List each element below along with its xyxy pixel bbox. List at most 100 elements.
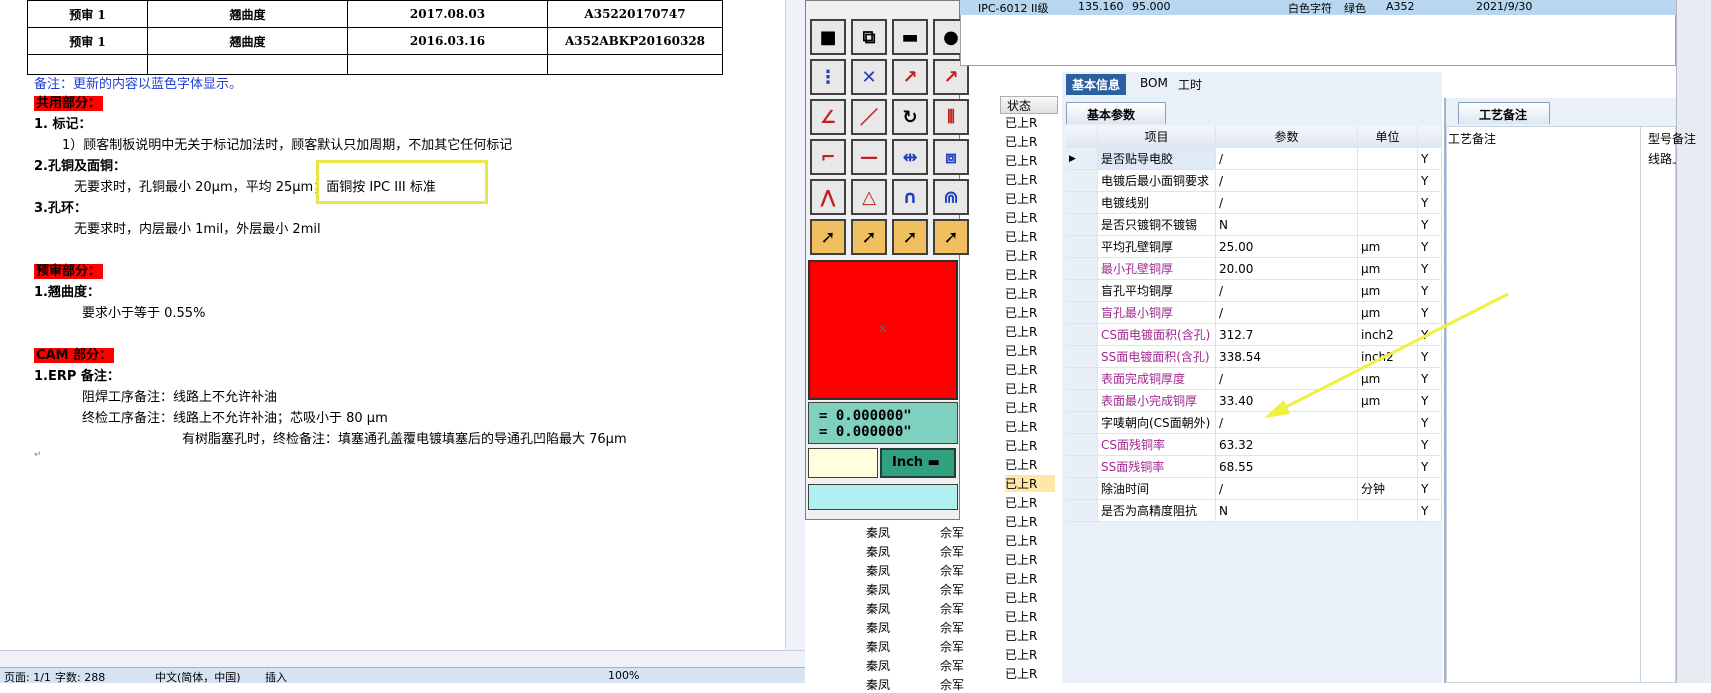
param-unit-cell[interactable] <box>1358 170 1418 192</box>
param-value-cell[interactable]: / <box>1216 148 1358 170</box>
param-item-cell[interactable]: 平均孔壁铜厚 <box>1098 236 1216 258</box>
param-flag-cell[interactable]: Y <box>1418 214 1442 236</box>
state-cell[interactable]: 已上R <box>1005 247 1055 264</box>
param-row[interactable]: 盲孔平均铜厚 / μm Y <box>1066 280 1442 302</box>
param-item-cell[interactable]: 是否贴导电胶 <box>1098 148 1216 170</box>
param-value-cell[interactable]: / <box>1216 478 1358 500</box>
row-indicator[interactable] <box>1066 258 1098 280</box>
param-flag-cell[interactable]: Y <box>1418 170 1442 192</box>
corner-tool-icon[interactable]: ⌐ <box>810 139 846 175</box>
right-scrollbar[interactable] <box>1676 0 1711 683</box>
state-cell[interactable]: 已上R <box>1005 551 1055 568</box>
param-value-cell[interactable]: / <box>1216 280 1358 302</box>
value-input[interactable] <box>808 448 878 478</box>
param-flag-cell[interactable]: Y <box>1418 500 1442 522</box>
param-unit-cell[interactable]: μm <box>1358 258 1418 280</box>
param-value-cell[interactable]: 312.7 <box>1216 324 1358 346</box>
mirror-tool-icon[interactable]: ⫴ <box>933 99 969 135</box>
param-row[interactable]: 字唛朝向(CS面朝外) / Y <box>1066 412 1442 434</box>
param-row[interactable]: ▶ 是否贴导电胶 / Y <box>1066 148 1442 170</box>
param-value-cell[interactable]: N <box>1216 214 1358 236</box>
rotate-tool-icon[interactable]: ↻ <box>892 99 928 135</box>
param-row[interactable]: 是否只镀铜不镀锡 N Y <box>1066 214 1442 236</box>
state-cell[interactable]: 已上R <box>1005 665 1055 682</box>
param-unit-cell[interactable]: inch2 <box>1358 324 1418 346</box>
param-item-cell[interactable]: 是否为高精度阻抗 <box>1098 500 1216 522</box>
param-row[interactable]: CS面电镀面积(含孔) 312.7 inch2 Y <box>1066 324 1442 346</box>
col-flag-header[interactable] <box>1418 126 1442 148</box>
state-cell[interactable]: 已上R <box>1005 228 1055 245</box>
name-cell[interactable]: 佘军 <box>940 600 964 617</box>
copy-tool-icon[interactable]: ⧉ <box>851 19 887 55</box>
param-item-cell[interactable]: 表面最小完成铜厚 <box>1098 390 1216 412</box>
state-cell[interactable]: 已上R <box>1005 399 1055 416</box>
row-indicator[interactable] <box>1066 478 1098 500</box>
name-cell[interactable]: 秦凤 <box>866 619 890 636</box>
param-unit-cell[interactable]: μm <box>1358 368 1418 390</box>
param-unit-cell[interactable] <box>1358 412 1418 434</box>
status-zoom[interactable]: 100% <box>608 669 639 682</box>
name-cell[interactable]: 佘军 <box>940 638 964 655</box>
name-cell[interactable]: 秦凤 <box>866 543 890 560</box>
param-row[interactable]: SS面电镀面积(含孔) 338.54 inch2 Y <box>1066 346 1442 368</box>
unit-dropdown[interactable]: Inch ▬ <box>880 448 956 478</box>
param-item-cell[interactable]: CS面残铜率 <box>1098 434 1216 456</box>
state-cell[interactable]: 已上R <box>1005 494 1055 511</box>
state-cell[interactable]: 已上R <box>1005 285 1055 302</box>
doc-horizontal-scrollbar[interactable] <box>0 650 805 667</box>
state-cell[interactable]: 已上R <box>1005 361 1055 378</box>
tab-basic-info[interactable]: 基本信息 <box>1066 74 1127 95</box>
param-value-cell[interactable]: 68.55 <box>1216 456 1358 478</box>
name-cell[interactable]: 秦凤 <box>866 562 890 579</box>
row-indicator[interactable] <box>1066 434 1098 456</box>
state-cell[interactable]: 已上R <box>1005 152 1055 169</box>
row-indicator[interactable] <box>1066 236 1098 258</box>
param-flag-cell[interactable]: Y <box>1418 302 1442 324</box>
param-unit-cell[interactable] <box>1358 148 1418 170</box>
name-cell[interactable]: 佘军 <box>940 619 964 636</box>
param-flag-cell[interactable]: Y <box>1418 456 1442 478</box>
param-row[interactable]: 表面完成铜厚度 / μm Y <box>1066 368 1442 390</box>
state-cell[interactable]: 已上R <box>1005 266 1055 283</box>
state-cell[interactable]: 已上R <box>1005 380 1055 397</box>
tab-basic-params[interactable]: 基本参数 <box>1066 102 1166 124</box>
param-unit-cell[interactable] <box>1358 434 1418 456</box>
param-item-cell[interactable]: 盲孔最小铜厚 <box>1098 302 1216 324</box>
select-node-tool-icon[interactable]: ➚ <box>933 219 969 255</box>
param-item-cell[interactable]: 字唛朝向(CS面朝外) <box>1098 412 1216 434</box>
col-item-header[interactable]: 项目 <box>1098 126 1216 148</box>
state-cell[interactable]: 已上R <box>1005 171 1055 188</box>
row-indicator[interactable] <box>1066 456 1098 478</box>
param-flag-cell[interactable]: Y <box>1418 368 1442 390</box>
param-flag-cell[interactable]: Y <box>1418 148 1442 170</box>
param-row[interactable]: 电镀线别 / Y <box>1066 192 1442 214</box>
param-unit-cell[interactable]: μm <box>1358 390 1418 412</box>
arch-tool-icon[interactable]: ∩ <box>892 179 928 215</box>
param-flag-cell[interactable]: Y <box>1418 324 1442 346</box>
param-item-cell[interactable]: CS面电镀面积(含孔) <box>1098 324 1216 346</box>
param-item-cell[interactable]: 是否只镀铜不镀锡 <box>1098 214 1216 236</box>
row-indicator[interactable] <box>1066 280 1098 302</box>
param-flag-cell[interactable]: Y <box>1418 434 1442 456</box>
param-flag-cell[interactable]: Y <box>1418 236 1442 258</box>
param-flag-cell[interactable]: Y <box>1418 280 1442 302</box>
param-value-cell[interactable]: / <box>1216 412 1358 434</box>
state-cell[interactable]: 已上R <box>1005 304 1055 321</box>
param-item-cell[interactable]: 盲孔平均铜厚 <box>1098 280 1216 302</box>
dash-tool-icon[interactable]: — <box>851 139 887 175</box>
row-indicator[interactable] <box>1066 390 1098 412</box>
node-tool-icon[interactable]: ⋮ <box>810 59 846 95</box>
col-model-header[interactable]: 型号备注 <box>1648 130 1696 147</box>
state-cell[interactable]: 已上R <box>1005 323 1055 340</box>
select-rotate-tool-icon[interactable]: ➚ <box>892 219 928 255</box>
param-unit-cell[interactable]: μm <box>1358 280 1418 302</box>
angle-tool-icon[interactable]: ∠ <box>810 99 846 135</box>
row-indicator[interactable] <box>1066 214 1098 236</box>
preview-canvas[interactable]: × <box>808 260 958 400</box>
state-cell[interactable]: 已上R <box>1005 190 1055 207</box>
command-field[interactable] <box>808 484 958 510</box>
param-row[interactable]: 盲孔最小铜厚 / μm Y <box>1066 302 1442 324</box>
param-value-cell[interactable]: / <box>1216 192 1358 214</box>
span-tool-icon[interactable]: ⋒ <box>933 179 969 215</box>
name-cell[interactable]: 佘军 <box>940 524 964 541</box>
